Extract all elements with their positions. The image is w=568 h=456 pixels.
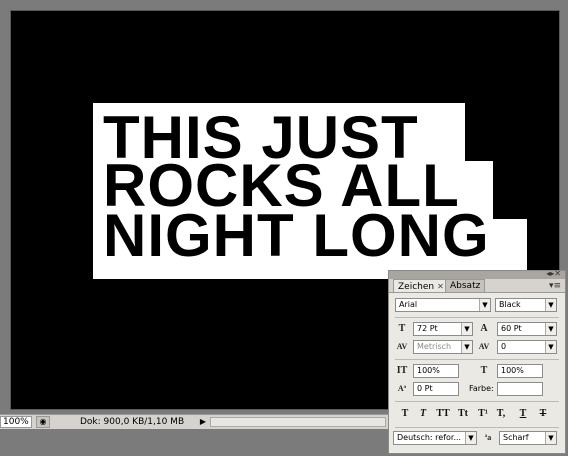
chevron-down-icon[interactable]: ▼ <box>545 323 556 335</box>
kerning-select[interactable]: Metrisch ▼ <box>413 340 473 354</box>
font-size-icon: T <box>398 323 406 334</box>
baseline-shift-icon: Aª <box>397 384 407 393</box>
text-line-3: NIGHT LONG <box>103 202 490 269</box>
horizontal-scrollbar[interactable] <box>210 417 386 427</box>
tab-zeichen-label: Zeichen <box>398 282 435 292</box>
font-family-value: Arial <box>399 300 418 309</box>
close-icon[interactable]: ✕ <box>437 282 444 291</box>
status-menu-arrow-icon[interactable]: ▶ <box>198 416 208 428</box>
leading-value: 60 Pt <box>501 324 522 333</box>
tab-absatz[interactable]: Absatz <box>445 279 486 293</box>
vertical-scale-input[interactable]: 100% <box>413 364 459 378</box>
vertical-scale-icon: IT <box>396 365 408 376</box>
character-panel: ◂▸✕ Zeichen ✕ Absatz ▾≡ Arial ▼ Black ▼ T… <box>388 269 566 454</box>
strikethrough-icon[interactable]: T <box>535 407 551 421</box>
divider <box>395 401 559 402</box>
leading-select[interactable]: 60 Pt ▼ <box>497 322 557 336</box>
antialias-select[interactable]: Scharf ▼ <box>499 431 557 445</box>
kerning-icon: AV <box>396 342 408 351</box>
baseline-shift-input[interactable]: 0 Pt <box>413 382 459 396</box>
tab-zeichen[interactable]: Zeichen ✕ <box>393 279 449 293</box>
horizontal-scale-input[interactable]: 100% <box>497 364 543 378</box>
all-caps-icon[interactable]: TT <box>435 407 451 421</box>
tracking-select[interactable]: 0 ▼ <box>497 340 557 354</box>
chevron-down-icon[interactable]: ▼ <box>461 323 472 335</box>
subscript-icon[interactable]: T, <box>493 407 509 421</box>
kerning-value: Metrisch <box>417 342 452 351</box>
font-style-value: Black <box>499 300 521 309</box>
chevron-down-icon[interactable]: ▼ <box>545 299 556 311</box>
font-size-select[interactable]: 72 Pt ▼ <box>413 322 473 336</box>
status-bar: 100% ◉ Dok: 900,0 KB/1,10 MB ▶ <box>0 414 390 429</box>
small-caps-icon[interactable]: Tt <box>455 407 471 421</box>
font-size-value: 72 Pt <box>417 324 438 333</box>
underline-icon[interactable]: T <box>515 407 531 421</box>
color-label: Farbe: <box>469 384 494 393</box>
language-select[interactable]: Deutsch: refor... ▼ <box>393 431 477 445</box>
font-family-select[interactable]: Arial ▼ <box>395 298 491 312</box>
tracking-icon: AV <box>478 342 490 351</box>
chevron-down-icon[interactable]: ▼ <box>479 299 490 311</box>
divider <box>395 427 559 428</box>
chevron-down-icon[interactable]: ▼ <box>545 341 556 353</box>
superscript-icon[interactable]: T¹ <box>475 407 491 421</box>
antialias-value: Scharf <box>503 433 529 442</box>
tracking-value: 0 <box>501 342 507 351</box>
faux-bold-icon[interactable]: T <box>397 407 413 421</box>
color-swatch[interactable] <box>497 382 543 396</box>
chevron-down-icon[interactable]: ▼ <box>465 432 476 444</box>
zoom-field[interactable]: 100% <box>0 416 32 428</box>
chevron-down-icon[interactable]: ▼ <box>545 432 556 444</box>
language-value: Deutsch: refor... <box>397 433 462 442</box>
divider <box>395 359 559 360</box>
panel-body: Arial ▼ Black ▼ T 72 Pt ▼ A 60 Pt ▼ AV M… <box>389 292 565 453</box>
faux-italic-icon[interactable]: T <box>415 407 431 421</box>
panel-titlebar[interactable]: ◂▸✕ <box>389 269 565 279</box>
panel-collapse-icon[interactable]: ◂▸✕ <box>546 269 561 278</box>
document-window: THIS JUST ROCKS ALL NIGHT LONG 100% ◉ Do… <box>0 0 568 456</box>
horizontal-scale-icon: T <box>480 365 488 376</box>
font-style-select[interactable]: Black ▼ <box>495 298 557 312</box>
divider <box>395 317 559 318</box>
panel-menu-icon[interactable]: ▾≡ <box>549 281 561 291</box>
document-info: Dok: 900,0 KB/1,10 MB <box>80 417 185 427</box>
text-layer[interactable]: THIS JUST ROCKS ALL NIGHT LONG <box>93 103 527 279</box>
leading-icon: A <box>480 323 488 334</box>
antialias-icon: ªa <box>484 433 492 442</box>
chevron-down-icon[interactable]: ▼ <box>461 341 472 353</box>
zoom-icon[interactable]: ◉ <box>36 416 50 428</box>
